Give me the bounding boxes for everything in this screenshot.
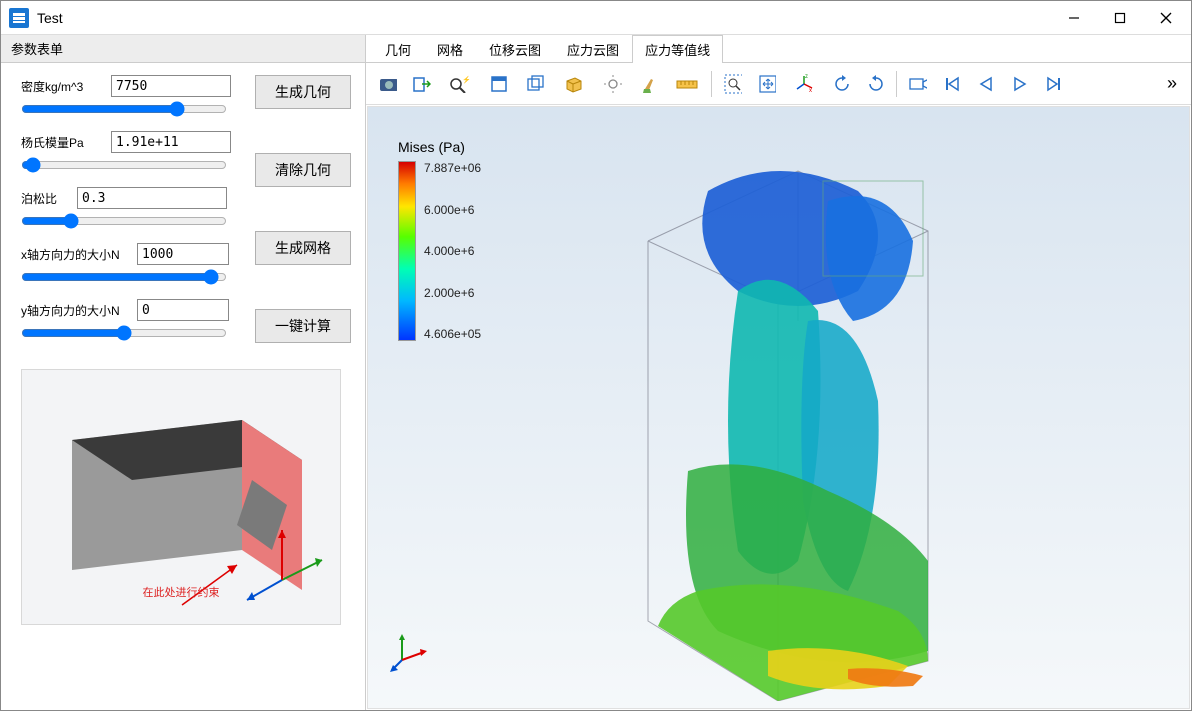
- legend-title: Mises (Pa): [398, 139, 481, 155]
- tab-isoline[interactable]: 应力等值线: [632, 35, 723, 63]
- constraint-preview: 在此处进行约束: [21, 369, 341, 625]
- tab-mesh[interactable]: 网格: [424, 35, 476, 63]
- poisson-slider[interactable]: [21, 213, 227, 229]
- light-icon[interactable]: [594, 68, 632, 100]
- minimize-button[interactable]: [1051, 2, 1097, 34]
- legend-tick: 2.000e+6: [424, 286, 481, 300]
- young-slider[interactable]: [21, 157, 227, 173]
- legend-tick: 6.000e+6: [424, 203, 481, 217]
- legend-tick: 7.887e+06: [424, 161, 481, 175]
- poisson-input[interactable]: [77, 187, 227, 209]
- export-icon[interactable]: [406, 68, 438, 100]
- skip-last-icon[interactable]: [1038, 68, 1070, 100]
- parameter-panel-title: 参数表单: [1, 35, 365, 63]
- density-label: 密度kg/m^3: [21, 78, 107, 95]
- tab-geometry[interactable]: 几何: [372, 35, 424, 63]
- play-back-icon[interactable]: [970, 68, 1002, 100]
- tab-displacement[interactable]: 位移云图: [476, 35, 554, 63]
- svg-text:x: x: [809, 88, 812, 94]
- forcey-label: y轴方向力的大小N: [21, 302, 133, 319]
- svg-text:z: z: [805, 74, 808, 80]
- tab-stress[interactable]: 应力云图: [554, 35, 632, 63]
- preview-caption: 在此处进行约束: [143, 584, 220, 600]
- window-title: Test: [37, 10, 63, 26]
- forcey-input[interactable]: [137, 299, 229, 321]
- result-viewport[interactable]: Mises (Pa) 7.887e+06 6.000e+6 4.000e+6 2…: [367, 106, 1190, 709]
- density-input[interactable]: [111, 75, 231, 97]
- clean-icon[interactable]: [634, 68, 666, 100]
- axes-icon[interactable]: zx: [785, 68, 823, 100]
- forcey-slider[interactable]: [21, 325, 227, 341]
- legend-tick: 4.606e+05: [424, 327, 481, 341]
- generate-mesh-button[interactable]: 生成网格: [255, 231, 351, 265]
- young-input[interactable]: [111, 131, 231, 153]
- toolbar-overflow-icon[interactable]: »: [1159, 73, 1185, 94]
- viewer-toolbar: ⚡ zx »: [366, 63, 1191, 105]
- legend-tick: 4.000e+6: [424, 244, 481, 258]
- app-icon: [9, 8, 29, 28]
- skip-first-icon[interactable]: [936, 68, 968, 100]
- play-forward-icon[interactable]: [1004, 68, 1036, 100]
- pan-icon[interactable]: [751, 68, 783, 100]
- forcex-input[interactable]: [137, 243, 229, 265]
- result-tabs: 几何 网格 位移云图 应力云图 应力等值线: [366, 35, 1191, 63]
- generate-geometry-button[interactable]: 生成几何: [255, 75, 351, 109]
- legend-colorbar: [398, 161, 416, 341]
- select-zoom-icon[interactable]: [717, 68, 749, 100]
- window-single-icon[interactable]: [480, 68, 518, 100]
- poisson-label: 泊松比: [21, 190, 73, 207]
- forcex-label: x轴方向力的大小N: [21, 246, 133, 263]
- camera-icon[interactable]: [902, 68, 934, 100]
- titlebar: Test: [1, 1, 1191, 35]
- maximize-button[interactable]: [1097, 2, 1143, 34]
- axes-gizmo-icon: [390, 632, 430, 672]
- isosurface-model: [628, 121, 948, 701]
- screenshot-icon[interactable]: [372, 68, 404, 100]
- rotate-ccw-icon[interactable]: [825, 68, 857, 100]
- young-label: 杨氏模量Pa: [21, 134, 107, 151]
- color-legend: Mises (Pa) 7.887e+06 6.000e+6 4.000e+6 2…: [398, 139, 481, 341]
- window-multi-icon[interactable]: [520, 68, 552, 100]
- clear-geometry-button[interactable]: 清除几何: [255, 153, 351, 187]
- svg-text:⚡: ⚡: [462, 75, 470, 84]
- zoom-auto-icon[interactable]: ⚡: [440, 68, 478, 100]
- ruler-icon[interactable]: [668, 68, 706, 100]
- density-slider[interactable]: [21, 101, 227, 117]
- parameter-panel: 参数表单 密度kg/m^3 杨氏模量Pa 泊松比 x轴方向力的大小N: [1, 35, 366, 710]
- box-view-icon[interactable]: [554, 68, 592, 100]
- close-button[interactable]: [1143, 2, 1189, 34]
- forcex-slider[interactable]: [21, 269, 227, 285]
- compute-button[interactable]: 一键计算: [255, 309, 351, 343]
- rotate-cw-icon[interactable]: [859, 68, 891, 100]
